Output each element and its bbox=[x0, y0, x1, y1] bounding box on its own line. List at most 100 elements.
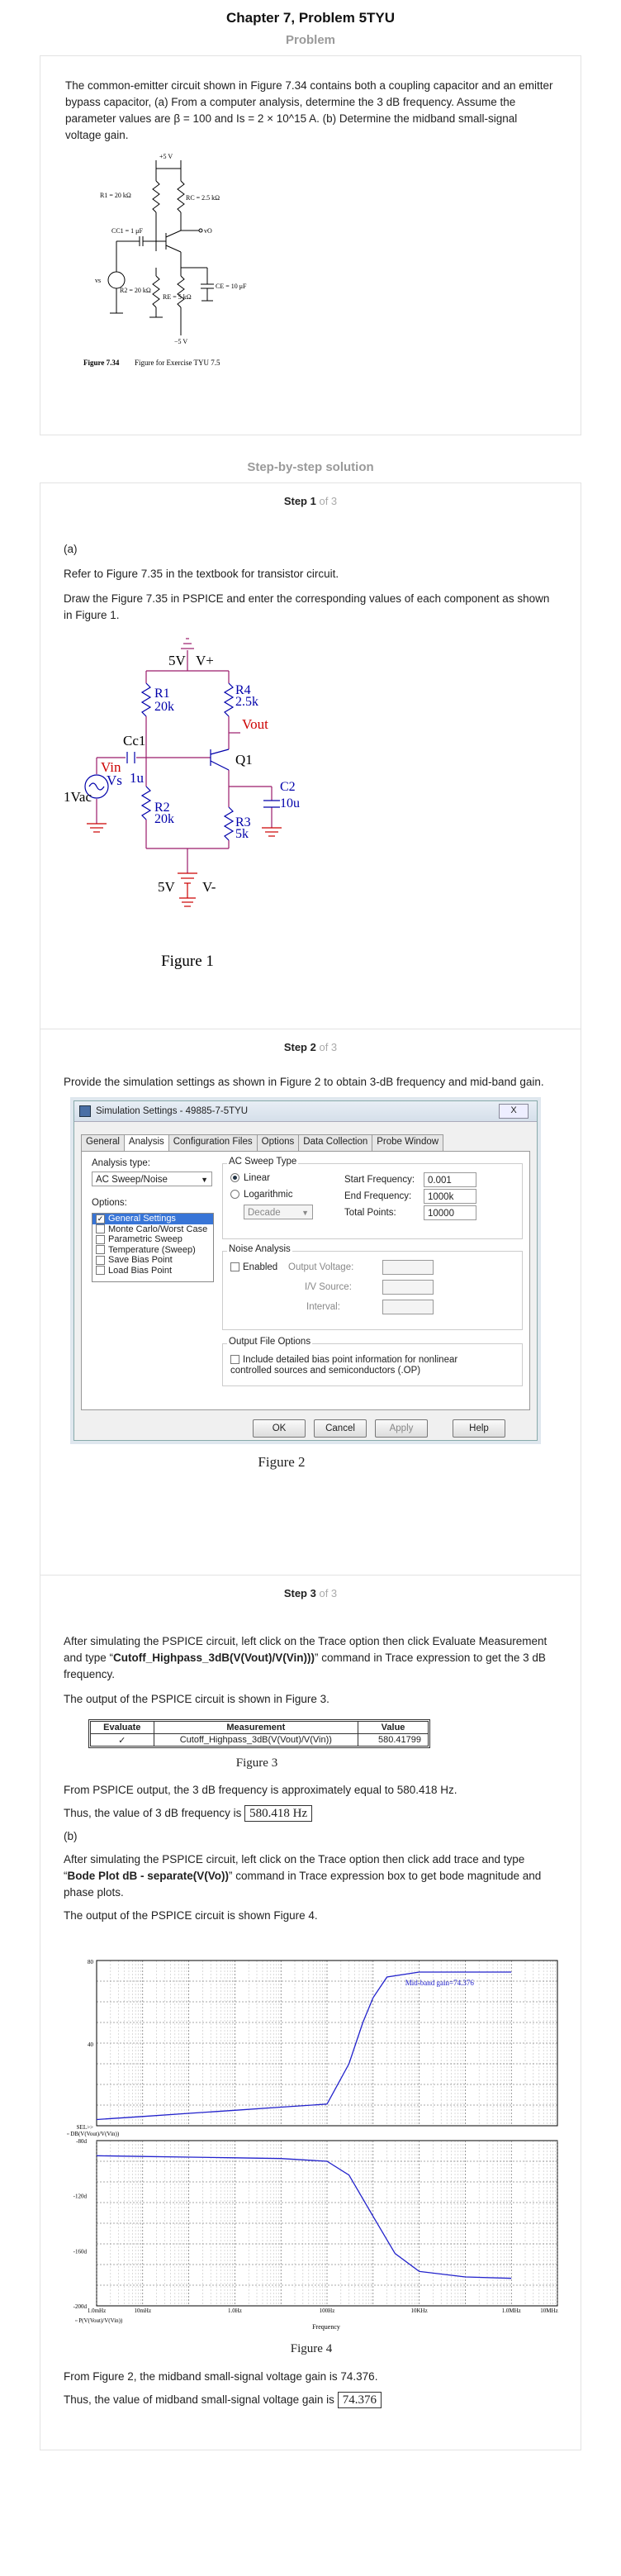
simulation-settings-dialog: Simulation Settings - 49885-7-5TYU X Gen… bbox=[73, 1100, 538, 1441]
output-voltage-label: Output Voltage: bbox=[288, 1262, 354, 1272]
tab-general[interactable]: General bbox=[81, 1134, 125, 1152]
end-frequency-label: End Frequency: bbox=[344, 1191, 412, 1201]
tab-analysis[interactable]: Analysis bbox=[123, 1134, 169, 1152]
phase-legend: ▫ P(V(Vout)/V(Vin)) bbox=[75, 2317, 123, 2324]
include-detailed-checkbox[interactable]: Include detailed bias point information … bbox=[230, 1355, 478, 1376]
fig-cc1: CC1 = 1 μF bbox=[111, 227, 143, 235]
fig1-r2v: 20k bbox=[154, 812, 174, 826]
step-1-para-1: Refer to Figure 7.35 in the textbook for… bbox=[64, 568, 339, 580]
problem-text: The common-emitter circuit shown in Figu… bbox=[65, 79, 553, 141]
iv-source-label: I/V Source: bbox=[305, 1282, 352, 1292]
step-3-para-1: After simulating the PSPICE circuit, lef… bbox=[64, 1635, 548, 1680]
decade-select[interactable]: Decade ▼ bbox=[244, 1205, 313, 1219]
cancel-button[interactable]: Cancel bbox=[314, 1419, 367, 1438]
figure-2-caption: Figure 2 bbox=[258, 1454, 306, 1470]
x-tick-label: 1.0Hz bbox=[228, 2307, 242, 2314]
total-points-label: Total Points: bbox=[344, 1208, 396, 1218]
output-voltage-input[interactable] bbox=[382, 1260, 434, 1275]
x-tick-label: 1.0MHz bbox=[502, 2307, 521, 2314]
radio-linear[interactable]: Linear bbox=[230, 1173, 270, 1183]
step-3-para-2: The output of the PSPICE circuit is show… bbox=[64, 1693, 329, 1705]
tab-data-collection[interactable]: Data Collection bbox=[298, 1134, 373, 1152]
step-3-para-7: From Figure 2, the midband small-signal … bbox=[64, 2370, 378, 2383]
help-button[interactable]: Help bbox=[453, 1419, 505, 1438]
option-temperature[interactable]: Temperature (Sweep) bbox=[92, 1245, 213, 1256]
fig1-c2v: 10u bbox=[280, 796, 300, 810]
tab-options[interactable]: Options bbox=[256, 1134, 300, 1152]
fig-caption-text: Figure for Exercise TYU 7.5 bbox=[135, 359, 220, 367]
magnitude-series-line bbox=[96, 1971, 512, 2121]
step-1-title: Step 1 of 3 bbox=[283, 495, 338, 507]
total-points-input[interactable]: 10000 bbox=[424, 1205, 476, 1220]
magnitude-legend: ▫ DB(V(Vout)/V(Vin)) bbox=[67, 2131, 120, 2137]
fig-r1: R1 = 20 kΩ bbox=[100, 192, 131, 199]
measurement-table: Evaluate Measurement Value ✓ Cutoff_High… bbox=[90, 1721, 429, 1747]
step-3: Step 3 of 3 After simulating the PSPICE … bbox=[64, 1576, 558, 2450]
table-header-evaluate: Evaluate bbox=[90, 1721, 154, 1734]
step-1-part: (a) bbox=[64, 543, 78, 555]
step-1-para-2: Draw the Figure 7.35 in PSPICE and enter… bbox=[64, 592, 550, 621]
step-3-para-6: The output of the PSPICE circuit is show… bbox=[64, 1909, 318, 1922]
answer-3db: 580.418 Hz bbox=[244, 1805, 313, 1822]
option-parametric-sweep[interactable]: Parametric Sweep bbox=[92, 1234, 213, 1245]
analysis-type-select[interactable]: AC Sweep/Noise ▼ bbox=[92, 1172, 212, 1186]
dialog-close-button[interactable]: X bbox=[499, 1104, 529, 1119]
figure-3-caption: Figure 3 bbox=[235, 1756, 278, 1770]
enabled-checkbox[interactable]: Enabled bbox=[230, 1262, 277, 1272]
y-tick-label: -200d bbox=[73, 2303, 88, 2310]
fig-caption-num: Figure 7.34 bbox=[83, 359, 120, 367]
tab-probe-window[interactable]: Probe Window bbox=[372, 1134, 444, 1152]
dialog-tabs: General Analysis Configuration Files Opt… bbox=[81, 1134, 444, 1152]
interval-input[interactable] bbox=[382, 1300, 434, 1314]
ok-button[interactable]: OK bbox=[253, 1419, 306, 1438]
y-tick-label: -160d bbox=[73, 2248, 88, 2255]
table-cell-value: 580.41799 bbox=[358, 1733, 429, 1747]
option-save-bias[interactable]: Save Bias Point bbox=[92, 1255, 213, 1266]
problem-label: Problem bbox=[285, 33, 335, 47]
radio-logarithmic[interactable]: Logarithmic bbox=[230, 1190, 292, 1200]
fig1-5v: 5V bbox=[168, 653, 187, 668]
step-3-para-5: After simulating the PSPICE circuit, lef… bbox=[64, 1853, 542, 1899]
dialog-title: Simulation Settings - 49885-7-5TYU bbox=[96, 1106, 249, 1116]
table-cell-evaluate[interactable]: ✓ bbox=[90, 1733, 154, 1747]
fig-rc: RC = 2.5 kΩ bbox=[186, 194, 220, 202]
option-general-settings[interactable]: ✓ General Settings bbox=[92, 1214, 213, 1224]
options-list: ✓ General Settings Monte Carlo/Worst Case… bbox=[92, 1213, 214, 1282]
chevron-down-icon: ▼ bbox=[201, 1176, 208, 1184]
step-2-para: Provide the simulation settings as shown… bbox=[64, 1076, 544, 1088]
answer-gain: 74.376 bbox=[337, 2392, 382, 2408]
iv-source-input[interactable] bbox=[382, 1280, 434, 1295]
step-3-para-3: From PSPICE output, the 3 dB frequency i… bbox=[64, 1784, 457, 1796]
x-tick-label: 10MHz bbox=[540, 2307, 557, 2314]
dialog-titlebar: Simulation Settings - 49885-7-5TYU bbox=[74, 1101, 537, 1122]
fig1-r4v: 2.5k bbox=[235, 695, 258, 709]
fig-vo: vO bbox=[204, 227, 212, 235]
fig1-vplus: V+ bbox=[196, 653, 214, 668]
problem-figure: +5 V R1 = 20 kΩ RC = 2.5 kΩ CC1 = 1 μF v… bbox=[83, 153, 247, 367]
table-cell-measurement: Cutoff_Highpass_3dB(V(Vout)/V(Vin)) bbox=[153, 1733, 359, 1747]
options-label: Options: bbox=[92, 1198, 127, 1208]
fig1-cc1v: 1u bbox=[130, 770, 145, 786]
end-frequency-input[interactable]: 1000k bbox=[424, 1189, 476, 1204]
apply-button[interactable]: Apply bbox=[375, 1419, 428, 1438]
figure-1: 5V V+ R1 20k R4 2.5k Vout Cc1 Q1 Vin Vs … bbox=[64, 638, 300, 970]
y-tick-label: 80 bbox=[88, 1959, 94, 1965]
fig1-vminus: V- bbox=[202, 879, 216, 895]
step-1: Step 1 of 3 (a) Refer to Figure 7.35 in … bbox=[64, 483, 557, 1029]
dialog-app-icon bbox=[79, 1105, 91, 1117]
output-file-options-label: Output File Options bbox=[227, 1337, 313, 1347]
fig1-r1v: 20k bbox=[154, 700, 174, 714]
step-2: Step 2 of 3 Provide the simulation setti… bbox=[64, 1029, 557, 1575]
option-monte-carlo[interactable]: Monte Carlo/Worst Case bbox=[92, 1224, 213, 1235]
fig-vplus: +5 V bbox=[159, 153, 173, 160]
step-3-para-4: Thus, the value of 3 dB frequency is 580… bbox=[64, 1805, 557, 1822]
start-frequency-input[interactable]: 0.001 bbox=[424, 1172, 476, 1187]
fig-vminus: −5 V bbox=[174, 338, 187, 345]
option-load-bias[interactable]: Load Bias Point bbox=[92, 1266, 213, 1276]
step-3-part-b: (b) bbox=[64, 1830, 78, 1842]
page-title: Chapter 7, Problem 5TYU bbox=[225, 10, 396, 26]
figure-4-bode-plot: Mid-band gain=74.376 80 40 SEL>> -80d -120d… bbox=[67, 1959, 558, 2331]
fig1-5v-b: 5V bbox=[158, 879, 176, 895]
problem-card: The common-emitter circuit shown in Figu… bbox=[40, 55, 581, 435]
tab-configuration-files[interactable]: Configuration Files bbox=[168, 1134, 258, 1152]
